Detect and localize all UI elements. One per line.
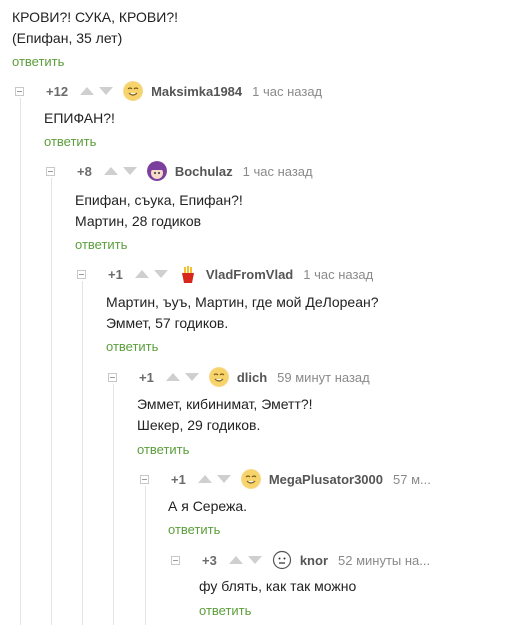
comment-text-line: Мартин, 28 годиков <box>75 213 202 229</box>
downvote-arrow-icon[interactable] <box>247 556 262 564</box>
smiley-avatar-icon[interactable] <box>123 81 144 101</box>
smiley-avatar-icon[interactable] <box>240 469 261 489</box>
comment-text-line: ЕПИФАН?! <box>44 110 115 126</box>
username-link[interactable]: Maksimka1984 <box>151 84 242 99</box>
comment-header: +12 Maksimka1984 1 час назад <box>15 80 322 102</box>
username-link[interactable]: VladFromVlad <box>206 267 293 282</box>
comment-header: +1 VladFromVlad 1 час назад <box>77 263 373 285</box>
comment-text-line: (Епифан, 35 лет) <box>12 30 123 46</box>
comment-time: 52 минуты на... <box>338 552 431 568</box>
fries-avatar-icon[interactable] <box>177 264 198 284</box>
collapse-toggle-icon[interactable] <box>77 269 86 279</box>
upvote-arrow-icon[interactable] <box>103 167 118 175</box>
comment-time: 1 час назад <box>303 266 374 282</box>
username-link[interactable]: MegaPlusator3000 <box>269 472 383 487</box>
thread-line <box>113 384 114 625</box>
comment-header: +1 dlich 59 минут назад <box>108 366 370 388</box>
comment-rating: +3 <box>202 552 217 568</box>
comment-text-line: Эммет, кибинимат, Эметт?! <box>137 396 313 412</box>
comment-time: 1 час назад <box>252 83 323 99</box>
thread-line <box>82 281 83 625</box>
reply-link[interactable]: ответить <box>168 522 220 537</box>
thread-line <box>145 486 146 625</box>
comment-text-line: Мартин, ъуъ, Мартин, где мой ДеЛореан? <box>106 294 379 310</box>
comment-rating: +1 <box>108 266 123 282</box>
downvote-arrow-icon[interactable] <box>216 475 231 483</box>
comment-time: 59 минут назад <box>277 369 370 385</box>
reply-link[interactable]: ответить <box>44 134 96 149</box>
smiley-avatar-icon[interactable] <box>208 367 229 387</box>
reply-link[interactable]: ответить <box>106 339 158 354</box>
thread-line <box>20 98 21 625</box>
downvote-arrow-icon[interactable] <box>184 373 199 381</box>
downvote-arrow-icon[interactable] <box>122 167 137 175</box>
comment-text-line: фу блять, как так можно <box>199 578 357 594</box>
comment-rating: +8 <box>77 163 92 179</box>
comment-rating: +1 <box>171 471 186 487</box>
upvote-arrow-icon[interactable] <box>134 270 149 278</box>
comment-time: 57 м... <box>393 471 431 487</box>
comment-text-line: Эммет, 57 годиков. <box>106 315 229 331</box>
comment-text-line: Епифан, съука, Епифан?! <box>75 192 243 208</box>
upvote-arrow-icon[interactable] <box>165 373 180 381</box>
vote-controls <box>197 475 231 483</box>
collapse-toggle-icon[interactable] <box>108 372 117 382</box>
downvote-arrow-icon[interactable] <box>153 270 168 278</box>
comment-text-line: А я Сережа. <box>168 498 248 514</box>
comment-text-line: Шекер, 29 годиков. <box>137 417 261 433</box>
comment-header: +1 MegaPlusator3000 57 м... <box>140 468 431 490</box>
collapse-toggle-icon[interactable] <box>15 86 24 96</box>
comment-text-line: КРОВИ?! СУКА, КРОВИ?! <box>12 9 179 25</box>
upvote-arrow-icon[interactable] <box>197 475 212 483</box>
reply-link[interactable]: ответить <box>199 603 251 618</box>
collapse-toggle-icon[interactable] <box>140 474 149 484</box>
comment-rating: +12 <box>46 83 69 99</box>
vote-controls <box>134 270 168 278</box>
comment-header: +3 knor 52 минуты на... <box>171 549 430 571</box>
username-link[interactable]: Bochulaz <box>175 164 233 179</box>
username-link[interactable]: knor <box>300 553 328 568</box>
vote-controls <box>165 373 199 381</box>
neutral-face-avatar-icon[interactable] <box>271 550 292 570</box>
username-link[interactable]: dlich <box>237 370 267 385</box>
comment-header: +8 Bochulaz 1 час назад <box>46 160 313 182</box>
reply-link[interactable]: ответить <box>12 54 64 69</box>
downvote-arrow-icon[interactable] <box>99 87 114 95</box>
collapse-toggle-icon[interactable] <box>46 166 55 176</box>
reply-link[interactable]: ответить <box>75 237 127 252</box>
upvote-arrow-icon[interactable] <box>228 556 243 564</box>
collapse-toggle-icon[interactable] <box>171 555 180 565</box>
comment-rating: +1 <box>139 369 154 385</box>
thread-line <box>51 178 52 625</box>
vote-controls <box>103 167 137 175</box>
upvote-arrow-icon[interactable] <box>80 87 95 95</box>
reply-link[interactable]: ответить <box>137 442 189 457</box>
vote-controls <box>80 87 114 95</box>
anime-girl-avatar-icon[interactable] <box>146 161 167 181</box>
comment-time: 1 час назад <box>242 163 313 179</box>
vote-controls <box>228 556 262 564</box>
